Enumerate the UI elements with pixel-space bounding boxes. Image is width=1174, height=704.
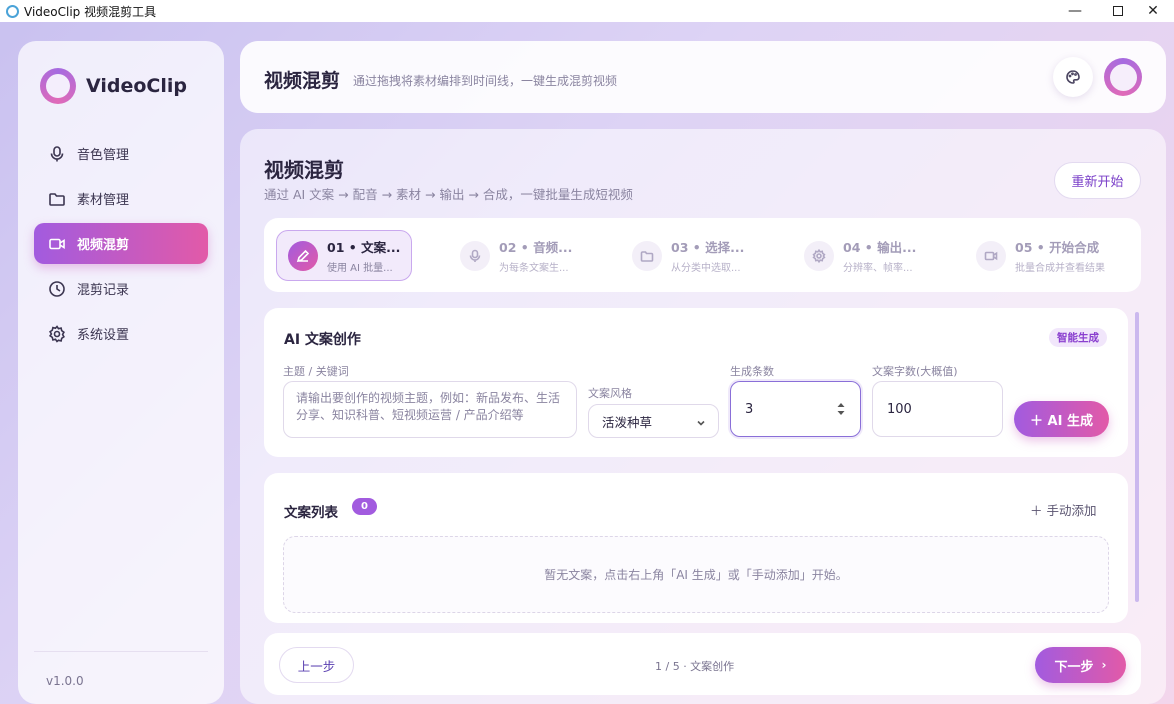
header-bar: 视频混剪 通过拖拽将素材编排到时间线，一键生成混剪视频 xyxy=(240,41,1166,113)
step-title: 04 • 输出... xyxy=(843,240,917,255)
window-titlebar: VideoClip 视频混剪工具 — ✕ xyxy=(0,0,1174,22)
section-title: AI 文案创作 xyxy=(284,332,361,348)
step-output[interactable]: 04 • 输出... 分辨率、帧率... xyxy=(804,230,916,281)
sidebar-item-video-mix[interactable]: 视频混剪 xyxy=(34,223,208,264)
sidebar-item-label: 系统设置 xyxy=(77,328,130,343)
step-title: 01 • 文案... xyxy=(327,240,401,255)
wizard-footer: 上一步 1 / 5 · 文案创作 下一步 › xyxy=(264,633,1141,695)
sidebar-item-label: 混剪记录 xyxy=(77,283,130,298)
mic-icon xyxy=(469,249,481,262)
empty-state: 暂无文案，点击右上角「AI 生成」或「手动添加」开始。 xyxy=(283,536,1109,613)
length-label: 文案字数(大概值) xyxy=(872,365,958,378)
next-button[interactable]: 下一步 › xyxy=(1035,647,1126,683)
style-select[interactable]: 活泼种草 xyxy=(588,404,719,438)
step-wizard: 01 • 文案... 使用 AI 批量... 02 • 音频... 为每条文案生… xyxy=(264,218,1141,292)
topic-textarea[interactable]: 请输出要创作的视频主题，例如：新品发布、生活分享、知识科普、短视频运营 / 产品… xyxy=(283,381,577,438)
step-desc: 从分类中选取... xyxy=(671,263,741,274)
step-icon-wrap xyxy=(288,240,318,271)
sidebar-item-voice[interactable]: 音色管理 xyxy=(34,133,208,174)
sidebar-item-history[interactable]: 混剪记录 xyxy=(34,268,208,309)
restart-button[interactable]: 重新开始 xyxy=(1054,162,1141,199)
ai-copywriting-panel: AI 文案创作 智能生成 主题 / 关键词 请输出要创作的视频主题，例如：新品发… xyxy=(264,308,1128,457)
step-title: 02 • 音频... xyxy=(499,240,573,255)
folder-icon xyxy=(49,192,65,206)
chevron-right-icon: › xyxy=(1101,658,1107,672)
length-input[interactable]: 100 xyxy=(872,381,1003,437)
header-subtitle: 通过拖拽将素材编排到时间线，一键生成混剪视频 xyxy=(353,74,618,88)
sidebar: VideoClip 音色管理 素材管理 视频混剪 混剪记录 系统设置 v1.0.… xyxy=(18,41,224,704)
sidebar-divider xyxy=(34,651,208,652)
history-icon xyxy=(49,280,65,297)
step-desc: 批量合成并查看结果 xyxy=(1015,263,1105,274)
maximize-icon xyxy=(1113,6,1123,16)
list-count-badge: 0 xyxy=(352,498,377,515)
smart-badge: 智能生成 xyxy=(1049,328,1107,347)
length-value: 100 xyxy=(887,401,912,417)
video-icon xyxy=(984,251,998,260)
close-button[interactable]: ✕ xyxy=(1130,0,1174,22)
sidebar-item-label: 素材管理 xyxy=(77,193,130,208)
main-panel: 视频混剪 通过 AI 文案 → 配音 → 素材 → 输出 → 合成，一键批量生成… xyxy=(240,129,1166,704)
video-icon xyxy=(49,238,65,249)
step-icon-wrap xyxy=(460,240,490,271)
minimize-button[interactable]: — xyxy=(1052,0,1098,22)
next-label: 下一步 xyxy=(1054,659,1094,675)
gear-icon xyxy=(812,248,826,263)
sidebar-item-materials[interactable]: 素材管理 xyxy=(34,178,208,219)
sidebar-nav: 音色管理 素材管理 视频混剪 混剪记录 系统设置 xyxy=(34,133,208,358)
header-title: 视频混剪 xyxy=(264,70,341,92)
palette-icon xyxy=(1066,70,1080,84)
logo: VideoClip xyxy=(40,68,187,104)
ai-generate-button[interactable]: ＋ AI 生成 xyxy=(1014,401,1109,437)
sidebar-item-label: 视频混剪 xyxy=(77,238,130,253)
step-desc: 为每条文案生... xyxy=(499,263,569,274)
count-stepper[interactable]: 3 xyxy=(730,381,861,437)
page-title: 视频混剪 xyxy=(264,158,344,182)
step-materials[interactable]: 03 • 选择... 从分类中选取... xyxy=(632,230,744,281)
app-version: v1.0.0 xyxy=(46,674,84,688)
step-icon-wrap xyxy=(804,240,834,271)
style-value: 活泼种草 xyxy=(602,414,653,430)
topic-label: 主题 / 关键词 xyxy=(283,365,349,378)
logo-text: VideoClip xyxy=(86,75,187,97)
step-copywriting[interactable]: 01 • 文案... 使用 AI 批量... xyxy=(276,230,412,281)
step-title: 05 • 开始合成 xyxy=(1015,240,1100,255)
count-label: 生成条数 xyxy=(730,365,774,378)
folder-icon xyxy=(640,250,654,262)
sidebar-item-label: 音色管理 xyxy=(77,148,130,163)
sidebar-item-settings[interactable]: 系统设置 xyxy=(34,313,208,354)
step-icon-wrap xyxy=(632,240,662,271)
step-synthesis[interactable]: 05 • 开始合成 批量合成并查看结果 xyxy=(976,230,1105,281)
theme-button[interactable] xyxy=(1053,57,1093,97)
window-title: VideoClip 视频混剪工具 xyxy=(24,4,157,19)
step-progress: 1 / 5 · 文案创作 xyxy=(655,660,735,673)
step-desc: 分辨率、帧率... xyxy=(843,263,913,274)
pen-icon xyxy=(296,249,310,262)
step-audio[interactable]: 02 • 音频... 为每条文案生... xyxy=(460,230,572,281)
logo-icon xyxy=(40,68,76,104)
spinner-icon[interactable] xyxy=(836,401,846,417)
copy-list-panel: 文案列表 0 ＋ 手动添加 暂无文案，点击右上角「AI 生成」或「手动添加」开始… xyxy=(264,473,1128,623)
page-subtitle: 通过 AI 文案 → 配音 → 素材 → 输出 → 合成，一键批量生成短视频 xyxy=(264,187,633,202)
prev-button[interactable]: 上一步 xyxy=(279,647,354,683)
app-icon xyxy=(6,4,19,18)
scrollbar[interactable] xyxy=(1135,312,1139,602)
mic-icon xyxy=(50,145,64,161)
step-title: 03 • 选择... xyxy=(671,240,745,255)
list-title: 文案列表 xyxy=(284,505,338,521)
step-desc: 使用 AI 批量... xyxy=(327,263,393,274)
avatar[interactable] xyxy=(1104,58,1142,96)
manual-add-button[interactable]: ＋ 手动添加 xyxy=(1030,500,1096,519)
style-label: 文案风格 xyxy=(588,387,632,400)
gear-icon xyxy=(48,324,65,343)
chevron-down-icon xyxy=(696,416,706,426)
step-icon-wrap xyxy=(976,240,1006,271)
count-value: 3 xyxy=(745,401,754,417)
